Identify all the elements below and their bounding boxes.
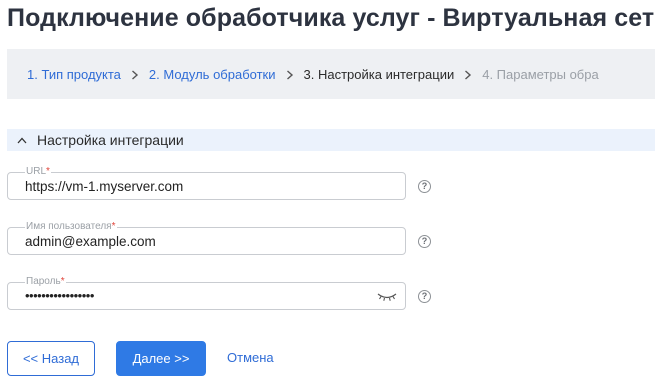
chevron-up-icon [17, 137, 31, 144]
chevron-right-icon [121, 67, 149, 82]
url-help-icon[interactable]: ? [418, 180, 431, 193]
password-value: ••••••••••••••••• [25, 288, 94, 303]
page-title: Подключение обработчика услуг - Виртуаль… [7, 4, 655, 32]
next-button[interactable]: Далее >> [116, 341, 206, 376]
step-product-type[interactable]: 1. Тип продукта [27, 67, 121, 82]
wizard-stepper: 1. Тип продукта 2. Модуль обработки 3. Н… [7, 49, 655, 99]
password-help-icon[interactable]: ? [418, 290, 431, 303]
password-field[interactable]: Пароль* ••••••••••••••••• [7, 276, 406, 310]
password-label: Пароль* [25, 276, 66, 288]
username-label: Имя пользователя* [25, 221, 117, 233]
url-value: https://vm-1.myserver.com [25, 179, 184, 194]
eye-closed-icon[interactable] [377, 290, 397, 308]
chevron-right-icon [454, 67, 482, 82]
url-label: URL* [25, 166, 51, 178]
step-processing-module[interactable]: 2. Модуль обработки [149, 67, 276, 82]
step-integration-settings: 3. Настройка интеграции [303, 66, 455, 82]
back-button[interactable]: << Назад [7, 341, 95, 376]
section-title: Настройка интеграции [37, 132, 184, 148]
url-field[interactable]: URL* https://vm-1.myserver.com [7, 166, 406, 200]
section-header[interactable]: Настройка интеграции [7, 129, 655, 151]
chevron-right-icon [276, 67, 304, 82]
step-parameters: 4. Параметры обра [482, 66, 599, 82]
username-field[interactable]: Имя пользователя* admin@example.com [7, 221, 406, 255]
username-help-icon[interactable]: ? [418, 235, 431, 248]
cancel-link[interactable]: Отмена [227, 350, 274, 365]
username-value: admin@example.com [25, 234, 156, 249]
